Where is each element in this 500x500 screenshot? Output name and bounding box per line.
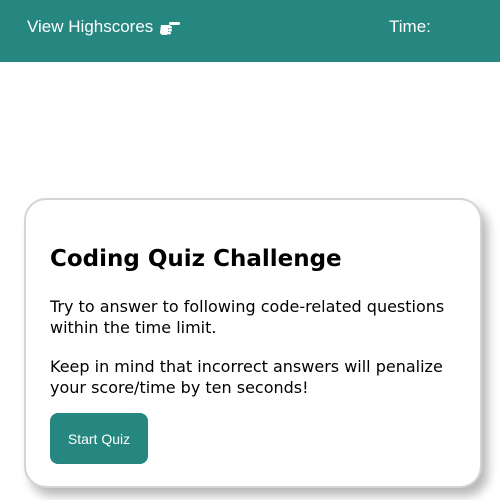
- timer: Time:: [389, 17, 437, 37]
- penalty-text: Keep in mind that incorrect answers will…: [50, 357, 443, 397]
- view-highscores-link[interactable]: View Highscores: [27, 17, 182, 37]
- quiz-intro-card: Coding Quiz Challenge Try to answer to f…: [24, 198, 482, 488]
- instructions-text: Try to answer to following code-related …: [50, 297, 445, 337]
- view-highscores-label: View Highscores: [27, 17, 154, 36]
- header-bar: View Highscores Time:: [0, 0, 500, 62]
- pointing-hand-icon: [160, 19, 182, 35]
- start-quiz-button[interactable]: Start Quiz: [50, 413, 148, 464]
- card-title: Coding Quiz Challenge: [50, 246, 342, 272]
- timer-label: Time:: [389, 17, 431, 36]
